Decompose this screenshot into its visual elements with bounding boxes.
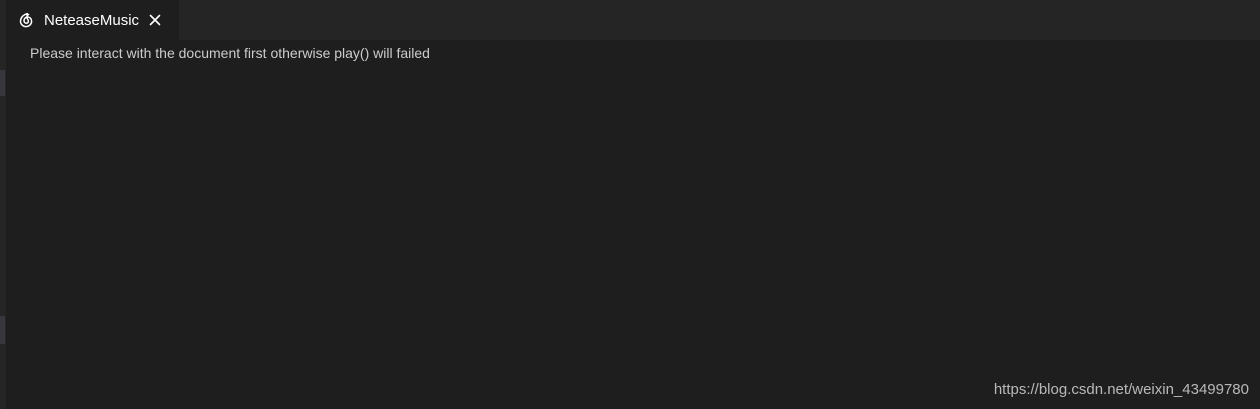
activity-gutter [0, 0, 6, 409]
watermark-url: https://blog.csdn.net/weixin_43499780 [993, 381, 1249, 398]
tab-neteasemusic[interactable]: NeteaseMusic [6, 0, 179, 40]
gutter-indicator [0, 70, 5, 96]
netease-music-icon [18, 12, 34, 28]
gutter-indicator [0, 316, 5, 344]
editor-window: NeteaseMusic Please interact with the do… [0, 0, 1260, 409]
tab-label: NeteaseMusic [44, 11, 140, 29]
tab-bar: NeteaseMusic [6, 0, 1260, 40]
status-message: Please interact with the document first … [30, 45, 430, 61]
close-icon[interactable] [147, 12, 163, 28]
